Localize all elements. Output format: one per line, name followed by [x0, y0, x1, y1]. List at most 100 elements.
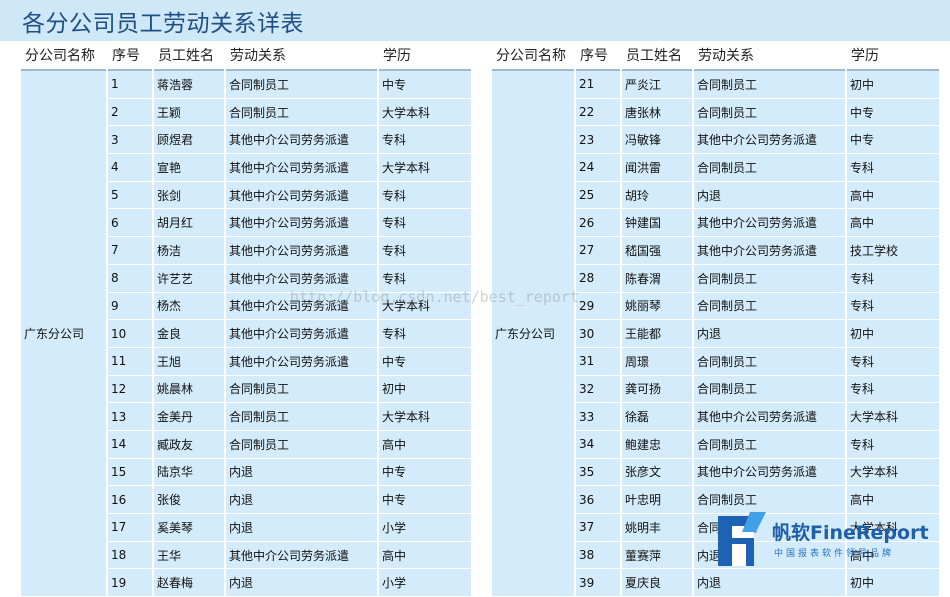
row-number: 16 [108, 486, 152, 514]
logo-name: 帆软FineReport [772, 522, 929, 544]
labor-relation: 合同制员工 [226, 403, 377, 431]
row-number: 35 [576, 458, 620, 487]
row-number: 17 [108, 514, 152, 542]
labor-relation: 其他中介公司劳务派遣 [226, 264, 377, 293]
table-row: 广东分公司 1 蒋浩蓉 合同制员工 中专 [21, 71, 471, 597]
employee-name: 嵇国强 [622, 237, 692, 265]
col-number[interactable]: 序号 [108, 41, 152, 71]
employee-name: 宣艳 [154, 154, 224, 182]
labor-relation: 合同制员工 [694, 292, 845, 321]
employee-name: 金良 [154, 320, 224, 348]
row-number: 21 [576, 71, 620, 99]
labor-relation: 合同制员工 [694, 430, 845, 459]
col-education[interactable]: 学历 [379, 41, 471, 71]
labor-relation: 其他中介公司劳务派遣 [694, 209, 845, 238]
labor-relation: 其他中介公司劳务派遣 [226, 320, 377, 348]
row-number: 15 [108, 458, 152, 487]
row-number: 4 [108, 154, 152, 182]
employee-name: 王颖 [154, 98, 224, 127]
left-header-row: 分公司名称 序号 员工姓名 劳动关系 学历 [21, 41, 471, 71]
col-name[interactable]: 员工姓名 [154, 41, 224, 71]
education: 初中 [379, 375, 471, 404]
col-relation[interactable]: 劳动关系 [226, 41, 377, 71]
education: 大学本科 [847, 403, 939, 431]
employee-name: 闻洪雷 [622, 154, 692, 182]
education: 大学本科 [379, 292, 471, 321]
labor-relation: 合同制员工 [694, 347, 845, 376]
education: 专科 [379, 126, 471, 155]
education: 中专 [379, 71, 471, 99]
employee-name: 姚丽琴 [622, 292, 692, 321]
labor-relation: 其他中介公司劳务派遣 [226, 126, 377, 155]
labor-relation: 合同制员工 [694, 98, 845, 127]
col-company[interactable]: 分公司名称 [492, 41, 574, 71]
labor-relation: 内退 [226, 486, 377, 514]
col-education[interactable]: 学历 [847, 41, 939, 71]
table-row: 广东分公司 21 严炎江 合同制员工 初中 [492, 71, 939, 597]
col-relation[interactable]: 劳动关系 [694, 41, 845, 71]
employee-name: 董赛萍 [622, 541, 692, 570]
labor-relation: 其他中介公司劳务派遣 [694, 403, 845, 431]
labor-relation: 其他中介公司劳务派遣 [694, 458, 845, 487]
labor-relation: 其他中介公司劳务派遣 [694, 237, 845, 265]
education: 大学本科 [847, 458, 939, 487]
row-number: 28 [576, 264, 620, 293]
employee-name: 冯敏锋 [622, 126, 692, 155]
row-number: 29 [576, 292, 620, 321]
row-number: 5 [108, 181, 152, 210]
education: 专科 [379, 320, 471, 348]
employee-name: 顾煜君 [154, 126, 224, 155]
row-number: 31 [576, 347, 620, 376]
row-number: 26 [576, 209, 620, 238]
labor-relation: 内退 [694, 181, 845, 210]
col-name[interactable]: 员工姓名 [622, 41, 692, 71]
employee-name: 张剑 [154, 181, 224, 210]
employee-name: 许艺艺 [154, 264, 224, 293]
row-number: 6 [108, 209, 152, 238]
employee-name: 周璟 [622, 347, 692, 376]
education: 专科 [847, 375, 939, 404]
education: 高中 [379, 430, 471, 459]
labor-relation: 合同制员工 [226, 375, 377, 404]
education: 高中 [847, 181, 939, 210]
education: 初中 [847, 320, 939, 348]
row-number: 18 [108, 541, 152, 570]
education: 大学本科 [379, 403, 471, 431]
employee-name: 奚美琴 [154, 514, 224, 542]
labor-relation: 合同制员工 [694, 71, 845, 99]
row-number: 1 [108, 71, 152, 99]
education: 专科 [847, 430, 939, 459]
row-number: 11 [108, 347, 152, 376]
education: 专科 [379, 181, 471, 210]
col-number[interactable]: 序号 [576, 41, 620, 71]
employee-name: 王能都 [622, 320, 692, 348]
labor-relation: 内退 [226, 569, 377, 597]
row-number: 8 [108, 264, 152, 293]
left-table-panel: 分公司名称 序号 员工姓名 劳动关系 学历 广东分公司 1 蒋浩蓉 合同制员工 中专 2 王… [19, 41, 473, 597]
education: 中专 [379, 347, 471, 376]
row-number: 7 [108, 237, 152, 265]
education: 小学 [379, 569, 471, 597]
row-number: 9 [108, 292, 152, 321]
education: 小学 [379, 514, 471, 542]
row-number: 23 [576, 126, 620, 155]
education: 中专 [379, 486, 471, 514]
employee-name: 王华 [154, 541, 224, 570]
col-company[interactable]: 分公司名称 [21, 41, 106, 71]
education: 大学本科 [379, 98, 471, 127]
right-header-row: 分公司名称 序号 员工姓名 劳动关系 学历 [492, 41, 939, 71]
employee-name: 张彦文 [622, 458, 692, 487]
education: 专科 [379, 237, 471, 265]
education: 专科 [847, 154, 939, 182]
labor-relation: 合同制员工 [226, 71, 377, 99]
labor-relation: 其他中介公司劳务派遣 [694, 126, 845, 155]
employee-name: 鲍建忠 [622, 430, 692, 459]
labor-relation: 其他中介公司劳务派遣 [226, 209, 377, 238]
employee-name: 姚晨林 [154, 375, 224, 404]
labor-relation: 其他中介公司劳务派遣 [226, 237, 377, 265]
row-number: 34 [576, 430, 620, 459]
education: 中专 [847, 126, 939, 155]
employee-name: 唐张林 [622, 98, 692, 127]
labor-relation: 合同制员工 [694, 264, 845, 293]
employee-name: 叶忠明 [622, 486, 692, 514]
